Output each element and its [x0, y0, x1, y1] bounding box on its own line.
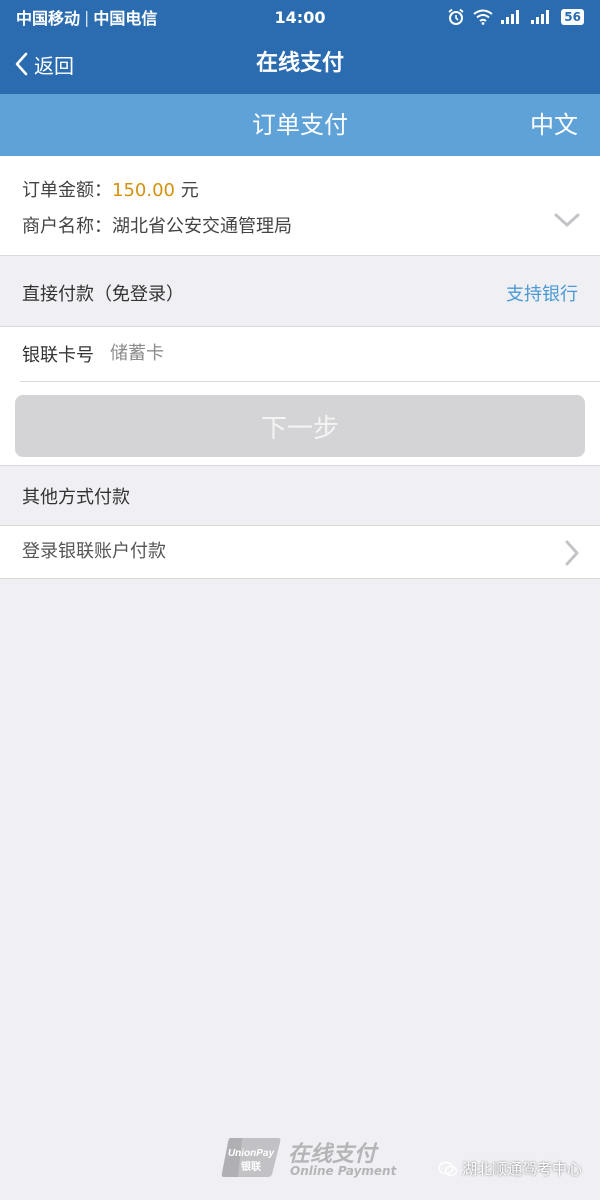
page-title: 在线支付	[255, 51, 344, 76]
card-number-input[interactable]	[110, 335, 570, 371]
direct-pay-title: 直接付款（免登录）	[22, 284, 184, 305]
amount-label: 订单金额：	[22, 180, 112, 201]
amount-value: 150.00	[112, 180, 175, 201]
status-icons: 56	[447, 8, 584, 26]
alarm-icon	[448, 8, 464, 25]
other-pay-title: 其他方式付款	[22, 487, 130, 508]
next-step-button[interactable]: 下一步	[15, 395, 585, 457]
direct-pay-header: 直接付款（免登录） 支持银行	[0, 262, 600, 328]
unionpay-login-option[interactable]: 登录银联账户付款	[0, 525, 600, 579]
footer-subtitle: Online Payment	[290, 1164, 397, 1178]
language-button[interactable]: 中文	[530, 94, 578, 156]
unionpay-logo-cn: 银联	[241, 1160, 261, 1173]
support-bank-link[interactable]: 支持银行	[506, 262, 578, 328]
sub-header-title: 订单支付	[252, 111, 348, 139]
status-bar: 中国移动 | 中国电信 14:00 56	[0, 0, 600, 34]
merchant-label: 商户名称：	[22, 216, 112, 237]
unionpay-logo-text: UnionPay	[228, 1148, 275, 1159]
merchant-value: 湖北省公安交通管理局	[112, 216, 292, 237]
carrier-separator: |	[84, 7, 90, 27]
wechat-icon	[438, 1161, 458, 1176]
footer: UnionPay 银联 在线支付 Online Payment 湖北顺通驾考中心	[0, 1130, 600, 1190]
back-button[interactable]: 返回	[14, 34, 74, 94]
chevron-left-icon	[15, 52, 28, 76]
order-amount-row: 订单金额：150.00 元	[22, 176, 199, 202]
divider	[20, 381, 600, 382]
other-pay-header: 其他方式付款	[0, 467, 600, 525]
watermark-text: 湖北顺通驾考中心	[461, 1160, 582, 1178]
back-label: 返回	[34, 53, 74, 78]
battery-icon: 56	[561, 9, 584, 25]
merchant-row: 商户名称：湖北省公安交通管理局	[22, 212, 292, 238]
signal-icon-1	[501, 10, 520, 24]
wifi-icon	[473, 9, 493, 25]
unionpay-logo-icon: UnionPay 银联	[221, 1138, 281, 1177]
chevron-down-icon[interactable]	[554, 212, 580, 228]
order-info-card: 订单金额：150.00 元 商户名称：湖北省公安交通管理局	[0, 156, 600, 256]
sub-header: 订单支付 中文	[0, 94, 600, 156]
carrier-info: 中国移动 | 中国电信	[16, 5, 157, 29]
carrier-2: 中国电信	[93, 9, 158, 28]
watermark: 湖北顺通驾考中心	[438, 1158, 582, 1179]
signal-icon-2	[531, 10, 550, 24]
nav-bar: 返回 在线支付	[0, 34, 600, 94]
carrier-1: 中国移动	[16, 9, 81, 28]
amount-unit: 元	[174, 180, 199, 201]
payment-page: 中国移动 | 中国电信 14:00 56 返回 在线支付 订单支付 中文 订单金…	[0, 0, 600, 1200]
card-number-label: 银联卡号	[22, 345, 94, 366]
chevron-right-icon	[565, 540, 579, 566]
card-input-section: 银联卡号 下一步	[0, 326, 600, 466]
unionpay-login-label: 登录银联账户付款	[22, 541, 166, 562]
